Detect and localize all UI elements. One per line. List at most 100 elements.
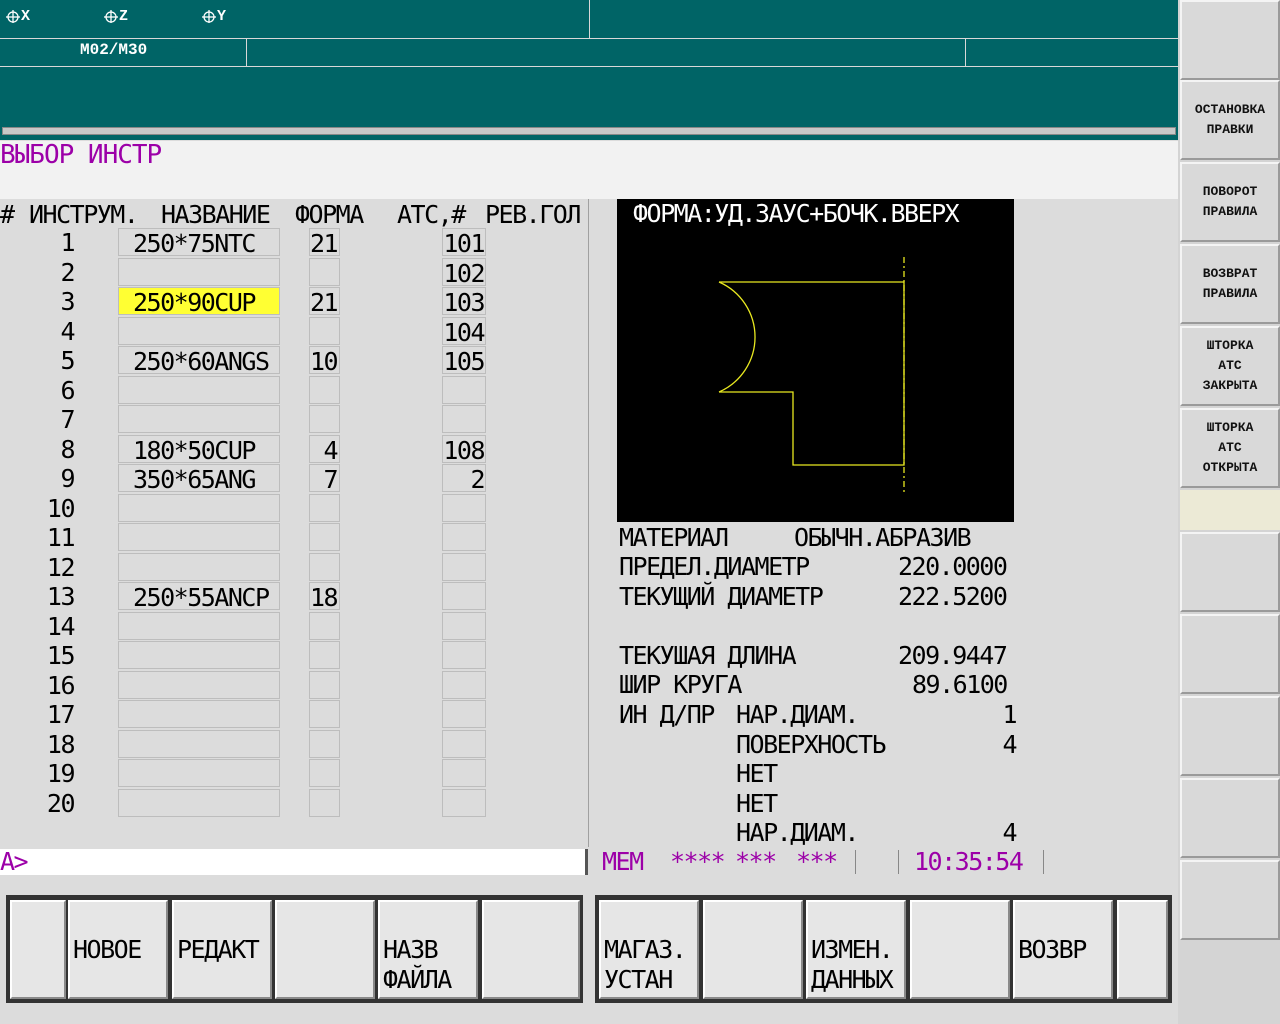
tool-name-cell[interactable] <box>118 553 280 581</box>
atc-number-cell[interactable]: 101 <box>442 228 486 258</box>
form-cell[interactable] <box>309 494 340 522</box>
tool-name-cell[interactable] <box>118 789 280 817</box>
tool-name-cell[interactable] <box>118 641 280 669</box>
vsoftkey-blank[interactable] <box>1180 614 1280 694</box>
program-end-code: M02/M30 <box>80 41 148 59</box>
tool-name-cell[interactable] <box>118 494 280 522</box>
tool-number: 8 <box>60 435 75 464</box>
softkey-blank[interactable] <box>275 900 375 999</box>
form-cell[interactable]: 21 <box>309 228 340 258</box>
atc-number-cell[interactable] <box>442 612 486 640</box>
form-cell[interactable]: 4 <box>309 435 340 465</box>
crosshair-icon <box>202 10 216 23</box>
atc-number-cell[interactable] <box>442 582 486 610</box>
tool-name-cell[interactable] <box>118 405 280 433</box>
change-data-button[interactable]: ИЗМЕН. ДАННЫХ <box>806 900 906 999</box>
vsoftkey-blank[interactable] <box>1180 0 1280 80</box>
form-cell[interactable]: 7 <box>309 464 340 494</box>
atc-number-cell[interactable] <box>442 759 486 787</box>
softkey-label: ВОЗВР <box>1018 935 1087 964</box>
vsoftkey-blank[interactable] <box>1180 532 1280 612</box>
form-cell[interactable] <box>309 523 340 551</box>
form-cell[interactable] <box>309 700 340 728</box>
tool-name-cell[interactable]: 250*55ANCP <box>118 582 280 612</box>
atc-number-cell[interactable]: 2 <box>442 464 486 494</box>
atc-number-cell[interactable] <box>442 523 486 551</box>
tool-name-cell[interactable]: 350*65ANG <box>118 464 280 494</box>
atc-number-cell[interactable]: 108 <box>442 435 486 465</box>
tool-name-cell[interactable]: 250*75NTC <box>118 228 280 258</box>
atc-number-cell[interactable] <box>442 494 486 522</box>
form-cell[interactable] <box>309 759 340 787</box>
softkey-blank[interactable] <box>482 900 580 999</box>
atc-number-cell[interactable] <box>442 641 486 669</box>
status-field-2: *** <box>735 847 777 876</box>
command-input-bar[interactable]: A> <box>0 847 588 876</box>
tool-number: 14 <box>46 612 76 641</box>
form-cell[interactable] <box>309 612 340 640</box>
form-cell[interactable] <box>309 258 340 286</box>
vsoftkey-spacer <box>1180 490 1280 530</box>
tool-name-cell[interactable] <box>118 523 280 551</box>
form-cell[interactable] <box>309 376 340 404</box>
tool-name-cell[interactable]: 250*60ANGS <box>118 346 280 376</box>
atc-number-cell[interactable] <box>442 789 486 817</box>
tool-name-cell[interactable] <box>118 258 280 286</box>
form-cell[interactable]: 21 <box>309 287 340 317</box>
tool-name-cell[interactable] <box>118 671 280 699</box>
rotate-dresser-button[interactable]: ПОВОРОТ ПРАВИЛА <box>1180 162 1280 242</box>
form-cell[interactable] <box>309 317 340 345</box>
dressing-count: 4 <box>1002 818 1017 847</box>
softkey-blank[interactable] <box>1117 900 1168 999</box>
atc-number-cell[interactable] <box>442 405 486 433</box>
atc-number-cell[interactable] <box>442 553 486 581</box>
tool-name-cell[interactable] <box>118 612 280 640</box>
form-cell[interactable] <box>309 671 340 699</box>
vsoftkey-blank[interactable] <box>1180 860 1280 940</box>
atc-number-cell[interactable]: 104 <box>442 317 486 347</box>
tool-name-cell[interactable] <box>118 700 280 728</box>
atc-number-cell[interactable] <box>442 730 486 758</box>
form-cell[interactable] <box>309 641 340 669</box>
stop-dressing-button[interactable]: ОСТАНОВКА ПРАВКИ <box>1180 80 1280 160</box>
softkey-label: РЕДАКТ <box>177 935 260 964</box>
file-name-button[interactable]: НАЗВ ФАЙЛА <box>378 900 478 999</box>
command-prompt: A> <box>0 847 29 876</box>
tool-name-cell[interactable] <box>118 317 280 345</box>
current-diameter-label: ТЕКУЩИЙ ДИАМЕТР <box>619 582 824 611</box>
atc-number-cell[interactable]: 102 <box>442 258 486 288</box>
atc-shutter-close-button[interactable]: ШТОРКА АТС ЗАКРЫТА <box>1180 326 1280 406</box>
vsoftkey-blank[interactable] <box>1180 696 1280 776</box>
edit-button[interactable]: РЕДАКТ <box>172 900 272 999</box>
atc-number-cell[interactable] <box>442 671 486 699</box>
tool-name-cell[interactable]: 180*50CUP <box>118 435 280 465</box>
magazine-setup-button[interactable]: МАГАЗ. УСТАН <box>599 900 699 999</box>
vsoftkey-blank[interactable] <box>1180 778 1280 858</box>
new-button[interactable]: НОВОЕ <box>68 900 168 999</box>
form-cell[interactable] <box>309 730 340 758</box>
tool-name-cell[interactable]: 250*90CUP <box>118 287 280 317</box>
limit-diameter-label: ПРЕДЕЛ.ДИАМЕТР <box>619 552 810 581</box>
atc-number-cell[interactable]: 103 <box>442 287 486 317</box>
atc-number-cell[interactable] <box>442 700 486 728</box>
form-cell[interactable] <box>309 553 340 581</box>
form-cell[interactable] <box>309 405 340 433</box>
mode-indicator: MEM <box>602 847 644 876</box>
clock: 10:35:54 <box>914 847 1024 876</box>
form-cell[interactable] <box>309 789 340 817</box>
tool-name-cell[interactable] <box>118 376 280 404</box>
vsoftkey-label: ШТОРКА АТС ЗАКРЫТА <box>1202 338 1258 393</box>
atc-shutter-open-button[interactable]: ШТОРКА АТС ОТКРЫТА <box>1180 408 1280 488</box>
form-cell[interactable]: 10 <box>309 346 340 376</box>
return-button[interactable]: ВОЗВР <box>1013 900 1113 999</box>
form-cell[interactable]: 18 <box>309 582 340 612</box>
col-header-tool: ИНСТРУМ. <box>29 200 139 229</box>
softkey-blank[interactable] <box>910 900 1010 999</box>
softkey-blank[interactable] <box>10 900 66 999</box>
tool-name-cell[interactable] <box>118 730 280 758</box>
softkey-blank[interactable] <box>703 900 803 999</box>
tool-name-cell[interactable] <box>118 759 280 787</box>
atc-number-cell[interactable] <box>442 376 486 404</box>
atc-number-cell[interactable]: 105 <box>442 346 486 376</box>
return-dresser-button[interactable]: ВОЗВРАТ ПРАВИЛА <box>1180 244 1280 324</box>
